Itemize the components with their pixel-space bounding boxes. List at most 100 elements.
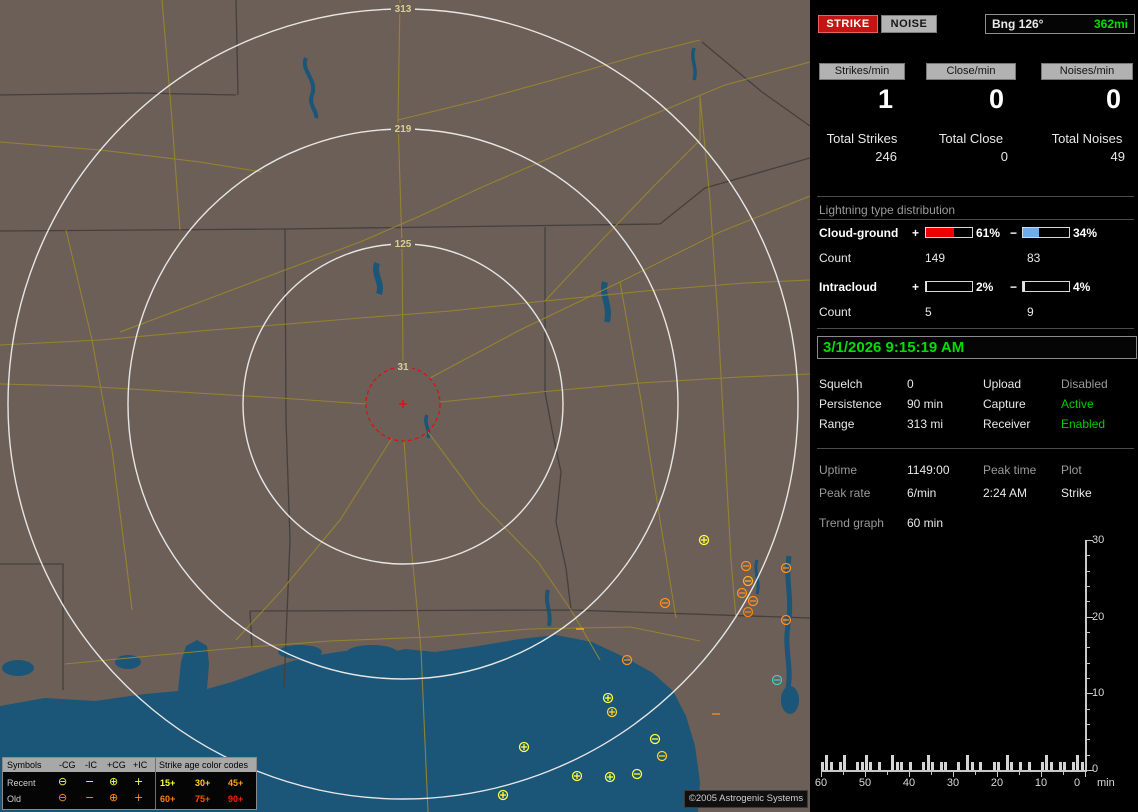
trend-graph-label: Trend graph (819, 516, 884, 530)
y-tick-10: 10 (1092, 687, 1105, 699)
legend-row-old: Old ⊖ − ⊕ +60+ 75+ 90+ (3, 791, 256, 807)
map-canvas[interactable]: 313 219 125 31 (0, 0, 810, 812)
axis-tick (1019, 772, 1020, 775)
ic-neg-pct: 4% (1073, 280, 1091, 294)
strikes-per-min-value: 1 (877, 84, 893, 114)
trend-x-axis (821, 770, 1087, 772)
legend-row-label: Old (7, 794, 22, 804)
axis-tick (1087, 631, 1090, 633)
legend-strike-symbol-icon: + (134, 791, 144, 804)
separator (817, 196, 1134, 197)
trend-bar (1063, 762, 1066, 770)
x-tick-30: 30 (946, 777, 960, 789)
persistence-value: 90 min (907, 397, 944, 411)
uptime-label: Uptime (819, 463, 858, 477)
cg-neg-fill (1023, 228, 1039, 237)
trend-bar (922, 762, 926, 770)
capture-value: Active (1061, 397, 1094, 411)
trend-bar (909, 762, 912, 770)
y-tick-0: 0 (1092, 763, 1099, 775)
cloud-ground-label: Cloud-ground (819, 226, 899, 240)
ic-pos-bar (925, 281, 973, 292)
separator (817, 328, 1134, 329)
range-label: Range (819, 417, 855, 431)
trend-bar (970, 762, 974, 770)
legend-age-header: Strike age color codes (159, 760, 249, 770)
trend-bar (843, 754, 846, 770)
legend-strike-symbol-icon: ⊖ (58, 775, 68, 788)
axis-tick (1063, 772, 1064, 775)
legend-age-code: 90+ (228, 794, 244, 804)
trend-bar (1019, 762, 1022, 770)
trend-bar (944, 762, 948, 770)
range-value: 313 mi (907, 417, 944, 431)
plot-value: Strike (1061, 486, 1092, 500)
strikes-per-min-button[interactable]: Strikes/min (819, 63, 905, 80)
cg-pos-sign: + (912, 226, 920, 240)
trend-graph-value: 60 min (907, 516, 944, 530)
map-legend: Symbols -CG -IC +CG +IC Strike age color… (2, 757, 257, 810)
cg-neg-sign: − (1010, 226, 1018, 240)
separator (817, 448, 1134, 449)
trend-bar (1080, 762, 1084, 770)
total-strikes-label: Total Strikes (826, 131, 898, 146)
axis-tick (1087, 555, 1090, 557)
trend-bar (825, 754, 829, 770)
ic-count-label: Count (819, 305, 852, 319)
ring-label-313: 313 (395, 4, 412, 15)
ring-label-219: 219 (395, 124, 412, 135)
peak-rate-value: 6/min (907, 486, 937, 500)
ic-neg-sign: − (1010, 280, 1018, 294)
receiver-value: Enabled (1061, 417, 1106, 431)
noises-per-min-button[interactable]: Noises/min (1041, 63, 1133, 80)
strike-indicator[interactable]: STRIKE (818, 15, 878, 33)
status-panel: STRIKE NOISE Bng 126° 362mi Strikes/min … (815, 0, 1138, 812)
axis-tick (1087, 677, 1090, 679)
y-tick-30: 30 (1092, 534, 1105, 546)
legend-strike-symbol-icon: − (85, 775, 95, 788)
x-tick-40: 40 (902, 777, 916, 789)
capture-label: Capture (983, 397, 1026, 411)
ic-pos-sign: + (912, 280, 920, 294)
strike-map[interactable]: 313 219 125 31 Symbols -CG -IC +CG +IC S… (0, 0, 810, 812)
axis-tick (1087, 662, 1090, 664)
trend-bar (1041, 762, 1044, 770)
y-tick-20: 20 (1092, 611, 1105, 623)
legend-type-ncg: -CG (59, 760, 76, 770)
legend-row-recent: Recent ⊖ − ⊕ +15+ 30+ 45+ (3, 775, 256, 791)
legend-age-code: 60+ (160, 794, 176, 804)
close-per-min-button[interactable]: Close/min (926, 63, 1016, 80)
legend-type-pcg: +CG (107, 760, 126, 770)
total-strikes-value: 246 (875, 149, 897, 164)
trend-bar (926, 754, 930, 770)
legend-age-code: 30+ (195, 778, 211, 788)
trend-bar (992, 762, 996, 770)
trend-bar (891, 754, 895, 770)
receiver-label: Receiver (983, 417, 1031, 431)
squelch-label: Squelch (819, 377, 863, 391)
ring-label-31: 31 (397, 362, 409, 373)
axis-tick (1087, 723, 1090, 725)
axis-tick (1087, 647, 1090, 649)
cg-neg-pct: 34% (1073, 226, 1098, 240)
intracloud-label: Intracloud (819, 280, 878, 294)
trend-bar (939, 762, 943, 770)
trend-bar (1071, 762, 1075, 770)
trend-bar (1045, 754, 1049, 770)
ic-neg-bar (1022, 281, 1070, 292)
bearing-box: Bng 126° 362mi (985, 14, 1135, 34)
trend-y-axis (1085, 540, 1087, 771)
noise-indicator[interactable]: NOISE (881, 15, 937, 33)
legend-strike-symbol-icon: ⊖ (58, 791, 68, 804)
axis-tick (887, 772, 888, 775)
ic-pos-pct: 2% (976, 280, 994, 294)
ic-neg-fill (1023, 282, 1025, 291)
separator (817, 219, 1134, 220)
axis-tick (1087, 754, 1090, 756)
x-tick-10: 10 (1034, 777, 1048, 789)
trend-bar (869, 762, 873, 770)
x-tick-60: 60 (814, 777, 828, 789)
x-unit-label: min (1097, 777, 1115, 789)
total-close-value: 0 (1000, 149, 1008, 164)
upload-label: Upload (983, 377, 1022, 391)
